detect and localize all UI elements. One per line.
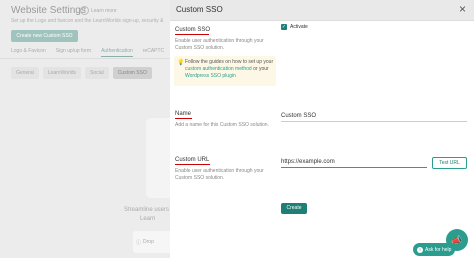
info-circle-icon: ⓘ [136, 239, 142, 246]
ask-for-help-button[interactable]: ? Ask for help [413, 243, 455, 256]
divider [0, 58, 170, 59]
ask-for-help-label: Ask for help [425, 246, 452, 253]
background-subtabs: General LearnWorlds Social Custom SSO [11, 67, 152, 79]
help-circle-icon: ? [80, 6, 89, 15]
background-tabs: Logo & Favicon Sign up/up form Authentic… [11, 48, 164, 57]
tab-recaptcha[interactable]: reCAPTC [143, 48, 164, 57]
label-underline [175, 118, 192, 119]
activate-label: Activate [290, 24, 308, 30]
help-icon: ? [417, 246, 423, 253]
tab-authentication[interactable]: Authentication [101, 48, 133, 57]
info-text-middle: or your [251, 66, 269, 72]
custom-sso-label: Custom SSO [175, 27, 211, 33]
info-text: Follow the guides on how to set up your … [185, 59, 275, 80]
background-create-sso-button[interactable]: Create new Custom SSO [11, 30, 78, 42]
subtab-general[interactable]: General [11, 67, 39, 79]
background-subtitle: Set up the Logo and favicon and the Lear… [11, 18, 164, 24]
custom-auth-link[interactable]: custom authentication method [185, 66, 252, 72]
close-icon[interactable]: × [459, 2, 466, 16]
activate-checkbox[interactable]: ✓ [281, 24, 287, 30]
panel-title: Custom SSO [176, 5, 223, 14]
info-box: 💡 Follow the guides on how to set up you… [174, 56, 276, 86]
name-input[interactable]: Custom SSO [281, 111, 467, 122]
background-learn-more[interactable]: ? Learn more [80, 6, 117, 15]
background-streamline-text: Streamline users [124, 207, 170, 213]
background-toast: ⓘ Drop [133, 231, 170, 253]
background-illustration-card [146, 118, 170, 198]
info-text-prefix: Follow the guides on how to set up your [185, 59, 274, 65]
custom-url-label: Custom URL [175, 157, 210, 163]
background-toast-text: Drop [143, 239, 154, 245]
subtab-social[interactable]: Social [85, 67, 109, 79]
name-label: Name [175, 111, 192, 117]
test-url-button[interactable]: Test URL [432, 157, 467, 169]
wordpress-sso-link[interactable]: Wordpress SSO plugin [185, 73, 236, 79]
lightbulb-icon: 💡 [177, 60, 185, 66]
tab-signup-form[interactable]: Sign up/up form [56, 48, 91, 57]
custom-sso-panel: Custom SSO × Custom SSO Enable user auth… [170, 0, 474, 258]
background-learn-text: Learn [140, 216, 156, 222]
panel-header: Custom SSO × [170, 0, 474, 21]
subtab-custom-sso[interactable]: Custom SSO [112, 67, 152, 79]
create-button[interactable]: Create [281, 203, 307, 214]
custom-sso-description: Enable user authentication through your … [175, 38, 264, 51]
background-learn-more-label: Learn more [91, 7, 117, 14]
subtab-learnworlds[interactable]: LearnWorlds [42, 67, 82, 79]
name-description: Add a name for this Custom SSO solution. [175, 122, 269, 128]
custom-url-input[interactable]: https://example.com [281, 157, 427, 168]
tab-logo-favicon[interactable]: Logo & Favicon [11, 48, 46, 57]
label-underline [175, 34, 209, 35]
background-page-title: Website Settings [11, 5, 86, 16]
custom-url-description: Enable user authentication through your … [175, 168, 264, 181]
label-underline [175, 164, 210, 165]
